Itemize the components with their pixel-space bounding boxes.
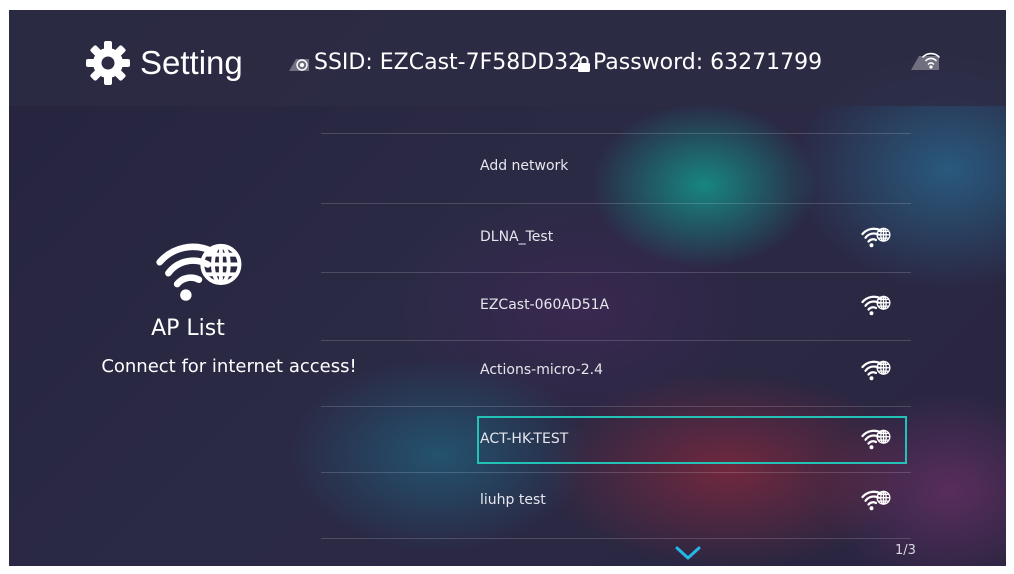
network-name: ACT-HK-TEST	[480, 431, 569, 447]
gear-icon	[86, 41, 130, 85]
lock-icon	[578, 56, 590, 72]
divider	[321, 203, 911, 204]
network-item[interactable]: Actions-micro-2.4	[477, 347, 907, 395]
header-bar: Setting SSID: EZCast-7F58DD32 Password: …	[9, 10, 1006, 106]
settings-screen: Setting SSID: EZCast-7F58DD32 Password: …	[9, 10, 1006, 566]
wifi-globe-icon	[861, 427, 891, 451]
ssid-broadcast-icon	[289, 59, 309, 71]
network-item[interactable]: DLNA_Test	[477, 214, 907, 262]
divider	[321, 538, 911, 539]
ssid-text: SSID: EZCast-7F58DD32	[314, 50, 583, 75]
network-name: EZCast-060AD51A	[480, 297, 610, 313]
divider	[321, 340, 911, 341]
divider	[321, 133, 911, 134]
network-item[interactable]: EZCast-060AD51A	[477, 282, 907, 330]
ap-list-title: AP List	[151, 316, 225, 341]
network-name: DLNA_Test	[480, 229, 554, 245]
network-name: Add network	[480, 158, 569, 174]
chevron-down-icon[interactable]	[673, 544, 703, 562]
divider	[321, 406, 911, 407]
wifi-status-icon[interactable]	[909, 48, 943, 74]
divider	[321, 472, 911, 473]
divider	[321, 272, 911, 273]
page-title: Setting	[140, 44, 243, 81]
network-name: liuhp test	[480, 492, 546, 508]
add-network-item[interactable]: Add network	[477, 143, 907, 191]
wifi-globe-icon	[861, 293, 891, 317]
network-name: Actions-micro-2.4	[480, 362, 604, 378]
wifi-globe-icon	[154, 236, 244, 306]
wifi-globe-icon	[861, 358, 891, 382]
wifi-globe-icon	[861, 488, 891, 512]
password-text: Password: 63271799	[593, 50, 823, 75]
wifi-globe-icon	[861, 225, 891, 249]
ap-list-subtitle: Connect for internet access!	[101, 356, 357, 377]
network-item[interactable]: liuhp test	[477, 477, 907, 525]
network-item-selected[interactable]: ACT-HK-TEST	[477, 416, 907, 464]
page-indicator: 1/3	[895, 543, 916, 558]
